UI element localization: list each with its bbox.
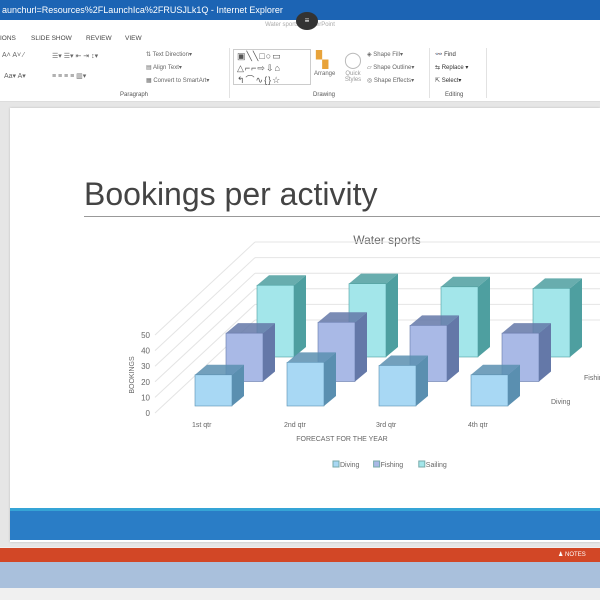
taskbar-area [0,562,600,588]
menu-grip-icon[interactable]: ≡ [296,12,318,30]
legend-label: Fishing [381,462,404,469]
text-direction-button[interactable]: ⇅ Text Direction▾ [146,51,192,58]
chart-title: Water sports [353,233,421,247]
y-tick-label: 30 [141,362,150,371]
bar-side-sailing [386,273,398,357]
tab-review[interactable]: REVIEW [86,35,112,42]
find-button[interactable]: 👓 Find [435,51,456,58]
legend-swatch [332,460,340,468]
y-tick-label: 20 [141,378,150,387]
align-text-button[interactable]: ▤ Align Text▾ [146,64,182,71]
bar-side-fishing [355,312,367,382]
window-title: aunchurl=Resources%2FLaunchIca%2FRUSJLk1… [2,5,283,15]
drawing-group-label: Drawing [313,92,336,98]
quick-styles-button[interactable]: Quick Styles [343,71,363,83]
tab-view[interactable]: VIEW [125,35,142,42]
y-tick-label: 0 [146,409,151,418]
ribbon: A˄ A˅ ⁄ Aa▾ A▾ ☰▾ ☰▾ ⇤ ⇥ ↕▾ ≡ ≡ ≡ ≡ ▥▾ ⇅… [0,46,600,102]
font-size-buttons[interactable]: A˄ A˅ ⁄ [2,52,24,59]
legend-swatch [418,460,426,468]
paragraph-group-label: Paragraph [120,92,149,98]
bar-side-sailing [294,275,306,357]
select-button[interactable]: ⇱ Select▾ [435,77,461,84]
depth-label: Fishing [584,375,600,382]
shape-effects-button[interactable]: ◎ Shape Effects▾ [367,77,414,84]
alignment-buttons[interactable]: ≡ ≡ ≡ ≡ ▥▾ [52,72,86,80]
y-tick-label: 50 [141,331,150,340]
quick-styles-icon: ◯ [344,52,362,69]
y-tick-label: 10 [141,393,150,402]
x-tick-label: 1st qtr [192,422,212,429]
bar-side-sailing [570,278,582,357]
x-tick-label: 2nd qtr [284,422,306,429]
shape-outline-button[interactable]: ▱ Shape Outline▾ [367,64,414,71]
bar-diving [194,374,233,407]
y-tick-label: 40 [141,347,150,356]
list-buttons[interactable]: ☰▾ ☰▾ ⇤ ⇥ ↕▾ [52,52,98,60]
legend-label: Sailing [426,462,447,469]
change-case-button[interactable]: Aa▾ A▾ [4,72,26,80]
arrange-icon: ▚ [316,52,329,69]
bar-side-fishing [447,315,459,382]
shape-fill-button[interactable]: ◈ Shape Fill▾ [367,51,403,58]
gridline [154,241,256,336]
chart[interactable]: Water sports 0 10 20 30 40 50 BOOKINGS 1st qtr 2… [0,102,600,547]
bar-diving [378,365,417,407]
ribbon-tabs: IONS SLIDE SHOW REVIEW VIEW [0,34,600,46]
bar-side-fishing [539,323,551,382]
replace-button[interactable]: ⇆ Replace ▾ [435,64,468,71]
x-tick-label: 4th qtr [468,422,489,429]
legend-swatch [373,460,381,468]
slide-editor-area: Bookings per activity Water sports 0 10 20… [0,102,600,547]
bar-diving [286,362,325,407]
tab-animations[interactable]: IONS [0,35,16,42]
bar-side-sailing [478,276,490,357]
editing-group-label: Editing [445,92,464,98]
legend-label: Diving [340,462,360,469]
bar-side-fishing [263,323,275,382]
arrange-button[interactable]: Arrange [314,71,335,77]
depth-label: Diving [551,399,571,406]
convert-smartart-button[interactable]: ▦ Convert to SmartArt▾ [146,77,209,84]
shapes-gallery[interactable]: ▣╲╲□○▭ △⌐⌐⇨⇩⌂ ↰⌒∿{}☆ [233,49,311,85]
y-axis-label: BOOKINGS [129,356,136,394]
notes-button[interactable]: ♟ NOTES [558,548,586,562]
tab-slide-show[interactable]: SLIDE SHOW [31,35,72,42]
x-axis-label: FORECAST FOR THE YEAR [296,436,387,443]
bar-diving [470,374,509,407]
status-bar: ♟ NOTES [0,548,600,562]
x-tick-label: 3rd qtr [376,422,397,429]
